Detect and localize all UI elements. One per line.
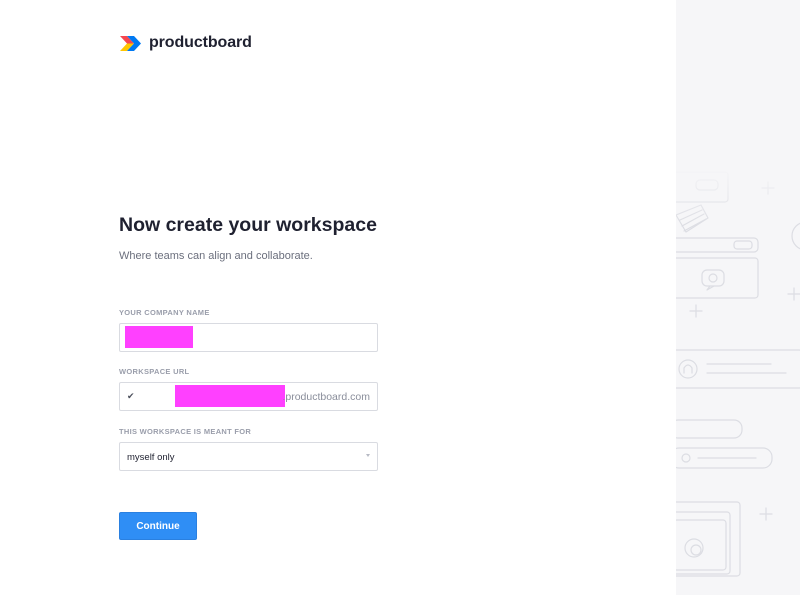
company-name-label: YOUR COMPANY NAME bbox=[119, 308, 210, 317]
meant-for-label: THIS WORKSPACE IS MEANT FOR bbox=[119, 427, 252, 436]
company-name-input[interactable] bbox=[119, 323, 378, 352]
decorative-illustration-panel bbox=[676, 0, 800, 595]
workspace-url-suffix: .productboard.com bbox=[282, 391, 370, 403]
form-panel: productboard Now create your workspace W… bbox=[0, 0, 676, 595]
decorative-illustration bbox=[676, 0, 800, 595]
workspace-url-input[interactable]: ✔ .productboard.com bbox=[119, 382, 378, 411]
continue-button[interactable]: Continue bbox=[119, 512, 197, 540]
meant-for-select[interactable]: myself only bbox=[119, 442, 378, 471]
brand-name: productboard bbox=[149, 34, 252, 51]
caret-down-icon bbox=[366, 454, 370, 457]
redacted-workspace-url bbox=[175, 385, 285, 407]
productboard-logo[interactable]: productboard bbox=[120, 34, 252, 52]
page-subtitle: Where teams can align and collaborate. bbox=[119, 250, 313, 262]
meant-for-selected-value: myself only bbox=[127, 452, 175, 463]
redacted-company-name bbox=[125, 326, 193, 348]
productboard-logo-icon bbox=[120, 35, 141, 51]
workspace-url-label: WORKSPACE URL bbox=[119, 367, 190, 376]
page-title: Now create your workspace bbox=[119, 214, 377, 236]
check-icon: ✔ bbox=[127, 391, 135, 401]
